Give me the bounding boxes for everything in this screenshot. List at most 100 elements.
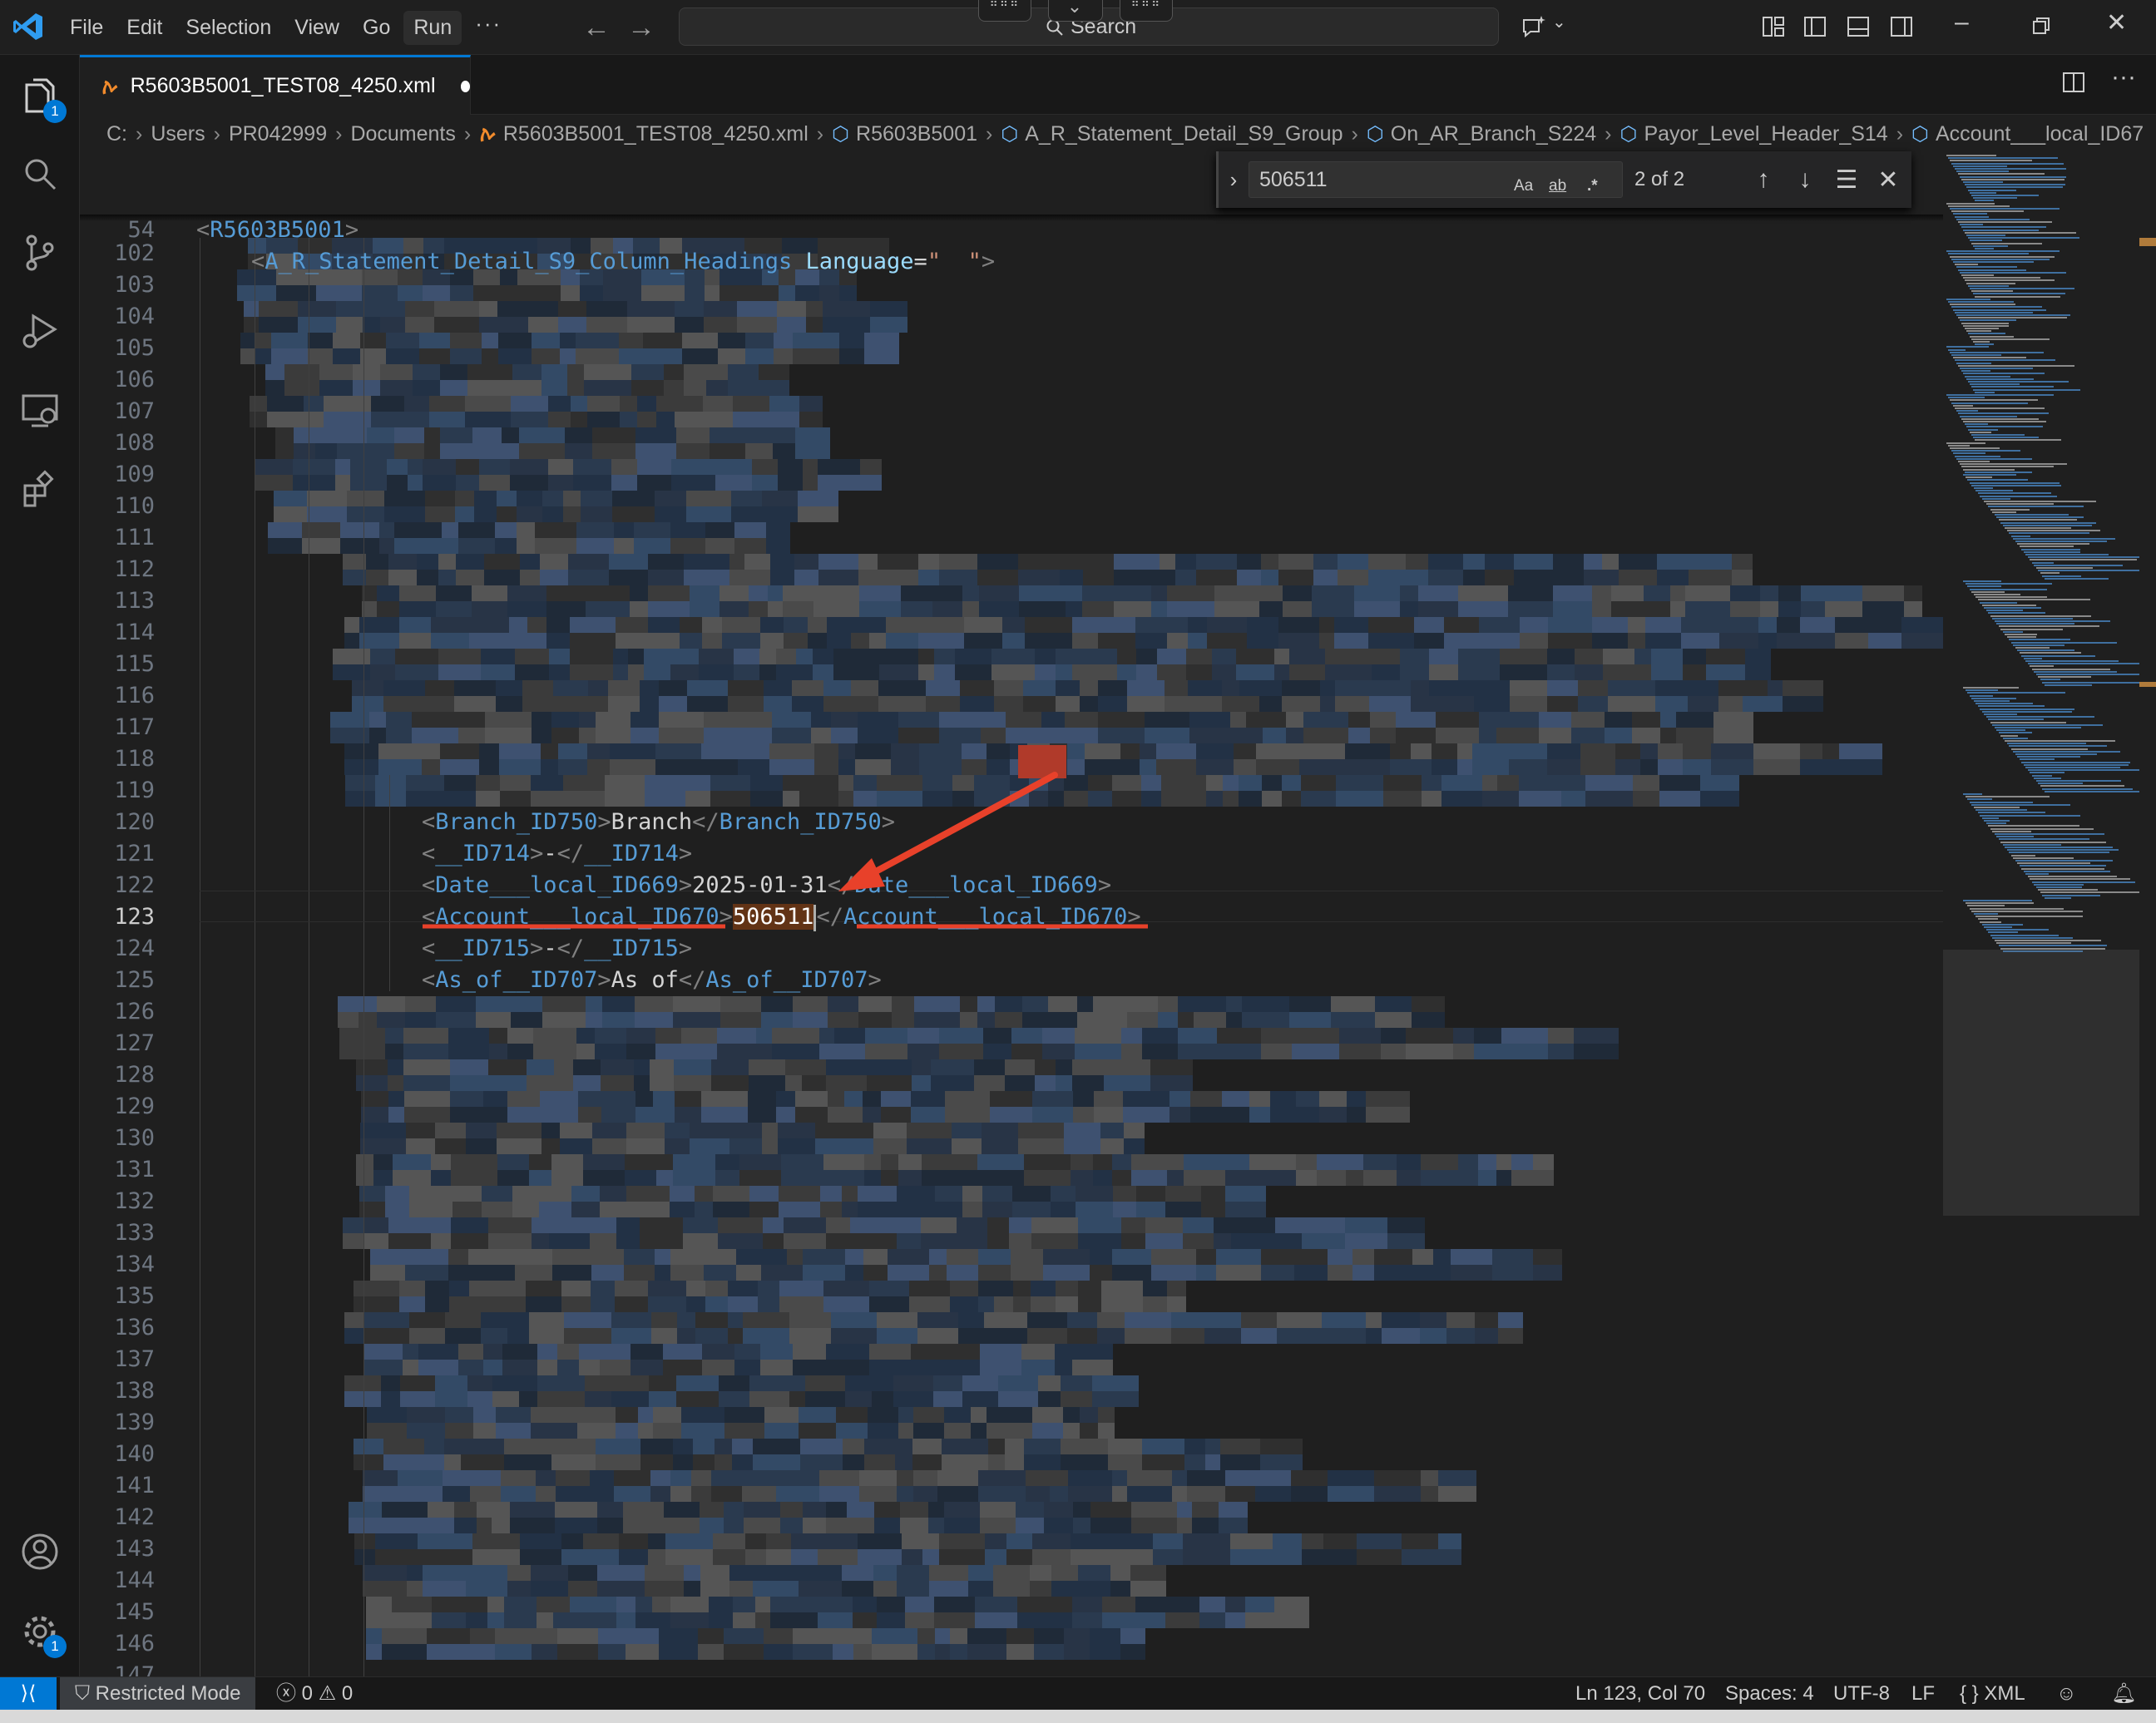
minimap-line xyxy=(1951,450,2020,452)
crumb-user[interactable]: PR042999 xyxy=(229,122,327,146)
crumb-account-element[interactable]: ⬡ Account___local_ID67 xyxy=(1911,122,2144,146)
minimap-line xyxy=(1965,328,2000,329)
crumb-drive[interactable]: C: xyxy=(106,122,127,146)
menu-view[interactable]: View xyxy=(284,11,349,45)
minimap-line xyxy=(1963,468,2015,471)
restricted-mode-item[interactable]: ⛉ Restricted Mode xyxy=(60,1677,256,1711)
remote-indicator-icon[interactable]: ⟩⟨ xyxy=(0,1677,57,1711)
crumb-branch-element[interactable]: ⬡ On_AR_Branch_S224 xyxy=(1367,122,1596,146)
crumb-header-element[interactable]: ⬡ Payor_Level_Header_S14 xyxy=(1619,122,1887,146)
toggle-secondary-sidebar-icon[interactable] xyxy=(1888,13,1915,40)
customize-layout-icon[interactable] xyxy=(1760,13,1787,40)
encoding[interactable]: UTF-8 xyxy=(1833,1677,1890,1711)
minimap-line xyxy=(1985,503,2055,506)
menu-more-button[interactable]: ··· xyxy=(465,11,512,45)
minimap-line xyxy=(2038,676,2091,679)
minimap-slider[interactable] xyxy=(1943,950,2139,1216)
menu-edit[interactable]: Edit xyxy=(116,11,172,45)
minimap[interactable] xyxy=(1943,151,2139,1676)
minimap-line xyxy=(1973,594,2021,595)
problems-item[interactable]: ⓧ 0 ⚠ 0 xyxy=(276,1677,353,1711)
previous-match-arrow-icon[interactable]: ↑ xyxy=(1743,165,1784,194)
line-number-row: 136 xyxy=(80,1312,1943,1344)
toggle-panel-icon[interactable] xyxy=(1845,13,1872,40)
source-control-icon[interactable] xyxy=(18,231,62,274)
crumb-users[interactable]: Users xyxy=(151,122,205,146)
crumb-documents[interactable]: Documents xyxy=(350,122,455,146)
explorer-icon[interactable]: 1 xyxy=(18,75,67,123)
minimap-line xyxy=(2038,783,2083,785)
search-icon[interactable] xyxy=(18,153,62,196)
accounts-icon[interactable] xyxy=(18,1530,62,1573)
copilot-chevron-icon[interactable]: ⌄ xyxy=(1552,12,1566,32)
minimap-line xyxy=(1971,290,2013,293)
use-regex-icon[interactable]: .* xyxy=(1587,169,1598,204)
chevron-right-icon: › xyxy=(335,121,343,146)
toggle-replace-chevron-icon[interactable]: › xyxy=(1219,167,1249,193)
find-in-selection-icon[interactable]: ☰ xyxy=(1826,165,1867,195)
indentation[interactable]: Spaces: 4 xyxy=(1725,1677,1814,1711)
menu-file[interactable]: File xyxy=(60,11,113,45)
copilot-sparkle-icon[interactable] xyxy=(1521,13,1547,40)
match-whole-word-icon[interactable]: ab xyxy=(1549,169,1566,204)
extensions-icon[interactable] xyxy=(18,467,62,511)
minimap-line xyxy=(1994,514,2069,516)
drag-grip-right[interactable]: ⠿⠿⠿ xyxy=(1120,0,1173,22)
minimap-line xyxy=(1951,306,2043,309)
forward-arrow-icon[interactable]: → xyxy=(627,12,655,44)
minimap-line xyxy=(1976,596,2048,599)
vertical-scrollbar[interactable] xyxy=(2139,151,2156,1676)
tab-xml-file[interactable]: ࠕ R5603B5001_TEST08_4250.xml xyxy=(80,55,471,115)
back-arrow-icon[interactable]: ← xyxy=(582,12,611,44)
find-input[interactable]: 506511 Aa ab .* xyxy=(1249,161,1623,198)
minimap-line xyxy=(2031,561,2055,564)
remote-explorer-icon[interactable] xyxy=(18,389,62,432)
minimap-line xyxy=(1980,708,2075,710)
minimap-line xyxy=(2015,860,2114,862)
run-debug-icon[interactable] xyxy=(18,309,62,353)
chevron-down-icon[interactable]: ⌄ xyxy=(1048,0,1103,22)
minimap-line xyxy=(1965,689,1998,692)
minimap-line xyxy=(1960,175,2066,178)
drag-grip-left[interactable]: ⠿⠿⠿ xyxy=(978,0,1031,22)
menu-selection[interactable]: Selection xyxy=(176,11,281,45)
minimap-line xyxy=(2031,668,2111,670)
code-editor[interactable]: 102 103 104 105 106 107 108 109 110 111 112 113 114 1… xyxy=(80,151,1943,1676)
menu-go[interactable]: Go xyxy=(353,11,400,45)
crumb-root-element[interactable]: ⬡ R5603B5001 xyxy=(832,122,977,146)
unsaved-dot-icon[interactable] xyxy=(460,80,470,92)
minimap-line xyxy=(2030,559,2137,561)
line-number: 113 xyxy=(114,588,155,614)
close-find-icon[interactable]: ✕ xyxy=(1867,165,1909,195)
code-line: <__ID714>-</__ID714> xyxy=(422,841,693,866)
match-case-icon[interactable]: Aa xyxy=(1514,169,1533,204)
toggle-primary-sidebar-icon[interactable] xyxy=(1802,13,1828,40)
end-of-line[interactable]: LF xyxy=(1911,1677,1935,1711)
minimap-line xyxy=(1965,476,1992,479)
minimap-line xyxy=(2017,756,2081,758)
settings-gear-icon[interactable]: 1 xyxy=(18,1610,67,1658)
vscode-logo-icon xyxy=(13,13,42,40)
find-widget: › 506511 Aa ab .* 2 of 2 ↑ ↓ ☰ ✕ xyxy=(1216,151,1911,208)
minimap-line xyxy=(1977,599,2090,601)
notifications-bell-icon[interactable]: 🔔︎ xyxy=(2111,1677,2136,1711)
copilot-status-icon[interactable]: ☺ xyxy=(2056,1677,2077,1711)
menu-run[interactable]: Run xyxy=(403,10,462,45)
minimize-icon[interactable]: – xyxy=(1955,8,1969,37)
split-editor-icon[interactable] xyxy=(2061,70,2086,95)
minimap-line xyxy=(1996,942,2071,945)
crumb-group-element[interactable]: ⬡ A_R_Statement_Detail_S9_Group xyxy=(1001,122,1343,146)
next-match-arrow-icon[interactable]: ↓ xyxy=(1784,165,1826,194)
minimap-line xyxy=(2044,896,2071,899)
minimap-line xyxy=(1961,370,1991,373)
language-mode[interactable]: { } XML xyxy=(1960,1677,2025,1711)
element-cube-icon: ⬡ xyxy=(1911,122,1929,146)
restore-icon[interactable] xyxy=(2028,13,2055,40)
crumb-file[interactable]: ࠕ R5603B5001_TEST08_4250.xml xyxy=(479,121,808,146)
close-window-icon[interactable]: ✕ xyxy=(2106,8,2127,37)
minimap-line xyxy=(2010,748,2088,750)
line-number-row: 118 xyxy=(80,743,1943,775)
minimap-line xyxy=(2025,554,2109,555)
cursor-position[interactable]: Ln 123, Col 70 xyxy=(1575,1677,1705,1711)
more-actions-icon[interactable]: ··· xyxy=(2111,65,2136,95)
